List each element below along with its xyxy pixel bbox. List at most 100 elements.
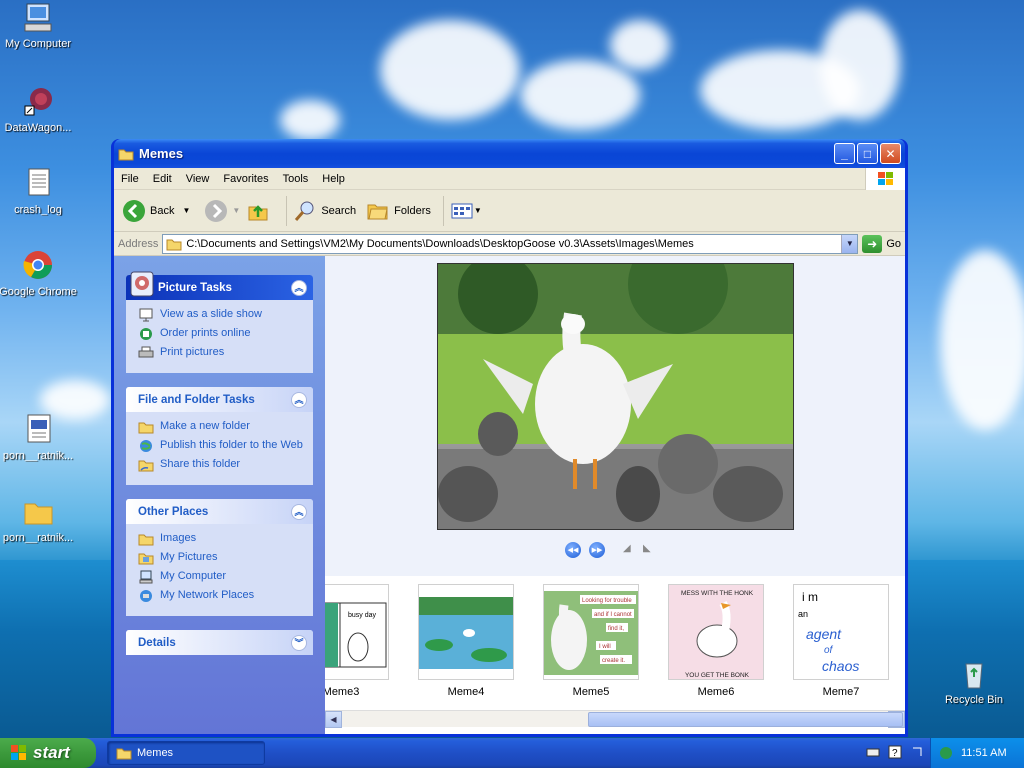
folder-icon (118, 149, 134, 160)
chevron-down-icon: ▼ (473, 206, 482, 215)
windows-flag-icon (11, 745, 26, 760)
desktop-icon-recycle-bin[interactable]: Recycle Bin (934, 658, 1014, 706)
chevron-down-icon: ▼ (845, 239, 854, 248)
scroll-track[interactable] (342, 711, 903, 728)
chevron-down-icon: ▼ (232, 206, 241, 215)
svg-text:create it.: create it. (602, 658, 625, 664)
computer-icon (139, 570, 153, 584)
next-image-button[interactable]: ▶▶ (589, 542, 605, 558)
start-button[interactable]: start (0, 738, 96, 768)
svg-text:and if I cannot: and if I cannot (594, 612, 632, 618)
scroll-left-button[interactable]: ◀ (325, 710, 342, 728)
thumbnail-image: busy day (325, 584, 389, 680)
picture-tasks-header[interactable]: Picture Tasks ︽ (126, 271, 313, 300)
folder-icon (138, 534, 154, 546)
folder-icon (21, 496, 55, 528)
other-place-my-pictures[interactable]: My Pictures (138, 551, 303, 565)
collapse-icon[interactable]: ︽ (291, 279, 307, 296)
network-icon (140, 590, 152, 602)
menu-edit[interactable]: Edit (146, 173, 179, 185)
desktop-icon-porn-ratnik-folder[interactable]: porn__ratnik... (0, 496, 78, 544)
thumbnail-meme7[interactable]: i m an agent of chaos Meme7 (793, 584, 889, 698)
svg-text:Looking for trouble: Looking for trouble (582, 598, 632, 604)
rotate-clockwise-icon[interactable]: ◢ (623, 543, 639, 557)
maximize-button[interactable]: □ (857, 143, 878, 164)
desktop-icon-crash-log[interactable]: crash_log (0, 168, 78, 216)
views-icon (451, 203, 473, 218)
title-bar[interactable]: Memes _ □ ✕ (114, 139, 905, 168)
file-view: ◀◀ ▶▶ ◢ ◣ busy day Meme3 Meme4 Looking f… (325, 256, 905, 734)
restore-icon[interactable] (910, 745, 924, 759)
datawagon-icon (21, 86, 55, 118)
horizontal-scrollbar[interactable]: ◀ ▶ (325, 710, 905, 728)
up-folder-button[interactable] (246, 199, 274, 223)
menu-view[interactable]: View (179, 173, 217, 185)
previous-image-button[interactable]: ◀◀ (565, 542, 581, 558)
taskbar-item-memes[interactable]: Memes (107, 741, 265, 765)
network-tray-icon[interactable] (939, 746, 953, 760)
other-place-images[interactable]: Images (138, 532, 303, 546)
collapse-icon[interactable]: ︽ (291, 503, 307, 520)
thumbnail-meme4[interactable]: Meme4 (418, 584, 514, 698)
file-folder-tasks-header[interactable]: File and Folder Tasks ︽ (126, 387, 313, 412)
my-pictures-icon (138, 553, 154, 565)
folders-button[interactable]: Folders (366, 199, 431, 223)
cloud (520, 60, 640, 130)
toolbar: Back ▼ ▼ Search Folders ▼ (114, 190, 905, 232)
computer-icon (21, 2, 55, 34)
scroll-thumb[interactable] (588, 711, 903, 727)
close-button[interactable]: ✕ (880, 143, 901, 164)
thumbnail-meme5[interactable]: Looking for trouble and if I cannot find… (543, 584, 639, 698)
thumbnail-image: MESS WITH THE HONK YOU GET THE BONK (668, 584, 764, 680)
thumbnail-meme3[interactable]: busy day Meme3 (325, 584, 389, 698)
address-bar: Address C:\Documents and Settings\VM2\My… (114, 232, 905, 256)
previous-icon: ◀◀ (567, 547, 579, 554)
toolbar-separator (442, 195, 444, 226)
svg-text:i m: i m (802, 590, 818, 604)
desktop-icon-datawagon[interactable]: DataWagon... (0, 86, 78, 134)
clock[interactable]: 11:51 AM (961, 747, 1007, 759)
thumbnail-image: i m an agent of chaos (793, 584, 889, 680)
publish-folder-web-link[interactable]: Publish this folder to the Web (138, 439, 303, 453)
order-prints-link[interactable]: Order prints online (138, 327, 303, 341)
thumbnail-meme6[interactable]: MESS WITH THE HONK YOU GET THE BONK Meme… (668, 584, 764, 698)
address-dropdown[interactable]: ▼ (841, 234, 858, 253)
rotate-counterclockwise-icon[interactable]: ◣ (643, 543, 659, 557)
other-places-header[interactable]: Other Places ︽ (126, 499, 313, 524)
help-icon[interactable]: ? (888, 745, 902, 759)
keyboard-icon[interactable] (866, 745, 880, 759)
view-slide-show-link[interactable]: View as a slide show (138, 308, 303, 322)
search-icon (295, 201, 314, 221)
chrome-icon (21, 250, 55, 282)
svg-text:chaos: chaos (822, 658, 859, 674)
collapse-icon[interactable]: ︽ (291, 391, 307, 408)
forward-button[interactable]: ▼ (204, 199, 240, 223)
make-new-folder-link[interactable]: Make a new folder (138, 420, 303, 434)
menu-tools[interactable]: Tools (276, 173, 316, 185)
picture-tasks-panel: Picture Tasks ︽ View as a slide show Ord… (126, 271, 313, 373)
desktop-icon-porn-ratnik-file[interactable]: porn__ratnik... (0, 414, 78, 462)
recycle-bin-icon (957, 658, 991, 690)
views-button[interactable]: ▼ (450, 199, 482, 223)
folders-icon (367, 204, 388, 219)
back-button[interactable]: Back ▼ (122, 199, 190, 223)
print-pictures-link[interactable]: Print pictures (138, 346, 303, 360)
menu-help[interactable]: Help (315, 173, 352, 185)
desktop-icon-google-chrome[interactable]: Google Chrome (0, 250, 78, 298)
menu-favorites[interactable]: Favorites (216, 173, 275, 185)
up-folder-icon (248, 204, 268, 220)
details-panel: Details ︾ (126, 630, 313, 655)
desktop-icon-my-computer[interactable]: My Computer (0, 2, 78, 50)
minimize-button[interactable]: _ (834, 143, 855, 164)
menu-file[interactable]: File (114, 173, 146, 185)
close-icon: ✕ (885, 146, 896, 161)
share-folder-link[interactable]: Share this folder (138, 458, 303, 472)
other-place-my-network-places[interactable]: My Network Places (138, 589, 303, 603)
go-button[interactable]: ➜ Go (862, 234, 901, 253)
file-folder-tasks-panel: File and Folder Tasks ︽ Make a new folde… (126, 387, 313, 485)
details-header[interactable]: Details ︾ (126, 630, 313, 655)
address-input[interactable]: C:\Documents and Settings\VM2\My Documen… (162, 233, 859, 254)
expand-icon[interactable]: ︾ (291, 634, 307, 651)
other-place-my-computer[interactable]: My Computer (138, 570, 303, 584)
search-button[interactable]: Search (293, 199, 356, 223)
